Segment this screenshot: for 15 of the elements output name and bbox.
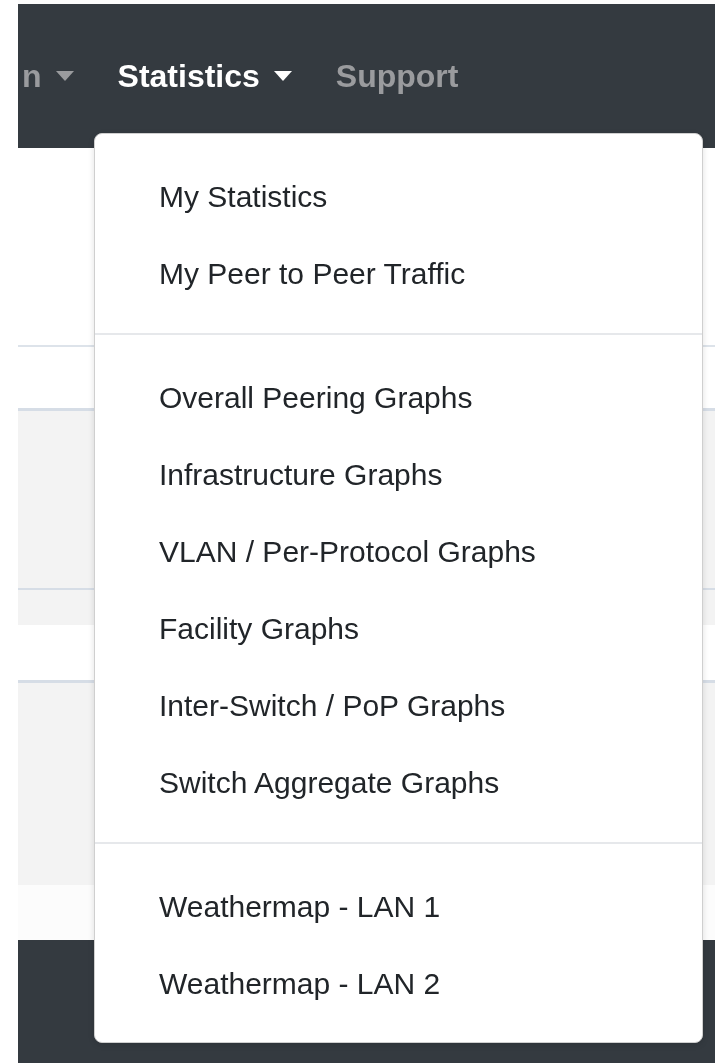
caret-icon: [273, 71, 292, 81]
nav-link[interactable]: Support: [335, 57, 459, 95]
nav-link[interactable]: Statistics: [117, 57, 292, 95]
menu-item[interactable]: My Statistics: [95, 158, 702, 235]
menu-item[interactable]: Overall Peering Graphs: [95, 359, 702, 436]
menu-item[interactable]: Switch Aggregate Graphs: [95, 744, 702, 821]
menu-item[interactable]: VLAN / Per-Protocol Graphs: [95, 513, 702, 590]
menu-item[interactable]: Infrastructure Graphs: [95, 436, 702, 513]
menu-item[interactable]: Inter-Switch / PoP Graphs: [95, 667, 702, 744]
nav-link[interactable]: n: [22, 57, 74, 95]
menu-item[interactable]: My Peer to Peer Traffic: [95, 235, 702, 312]
caret-icon: [55, 71, 74, 81]
menu-item[interactable]: Weathermap - LAN 2: [95, 945, 702, 1022]
menu-item[interactable]: Facility Graphs: [95, 590, 702, 667]
menu-item[interactable]: Weathermap - LAN 1: [95, 868, 702, 945]
